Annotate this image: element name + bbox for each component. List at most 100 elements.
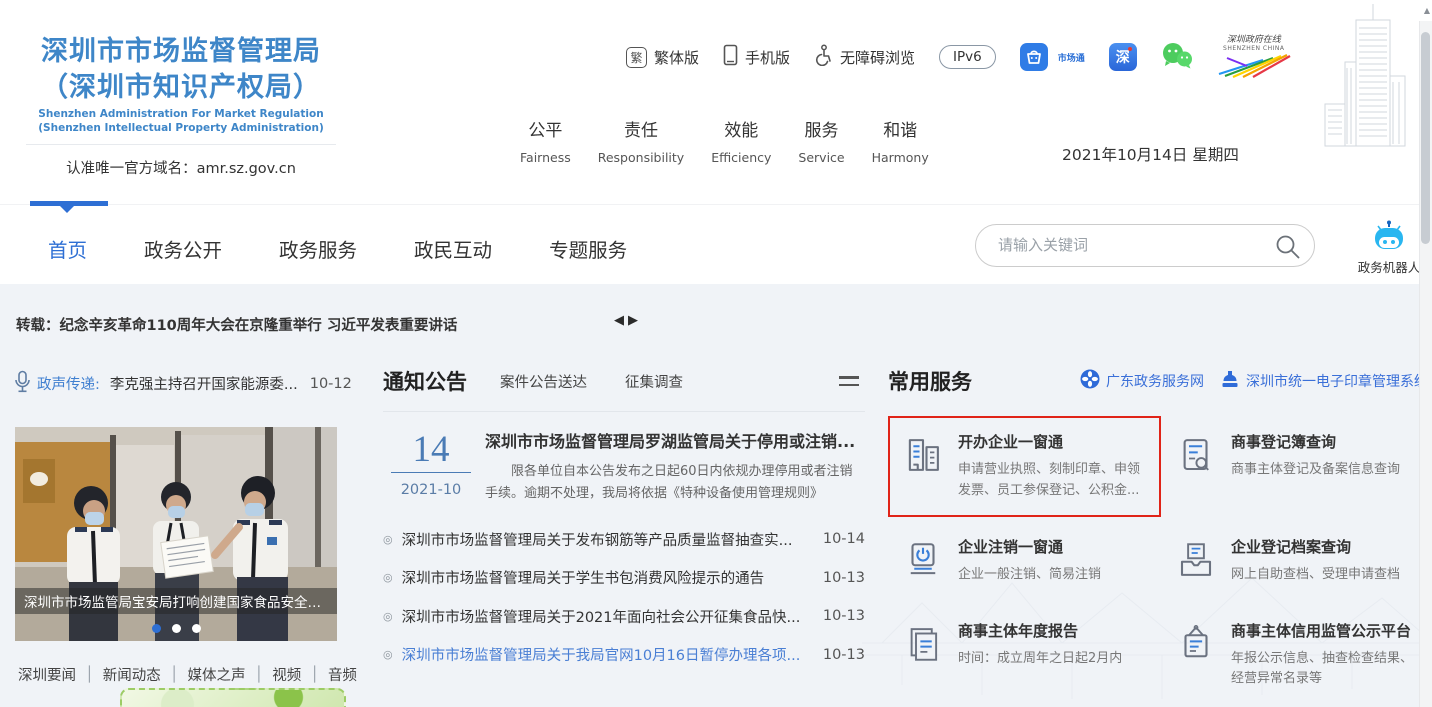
notices-title[interactable]: 通知公告 [383,366,467,396]
power-device-icon [902,536,944,586]
nav-item-gov-disclosure[interactable]: 政务公开 [144,234,222,263]
nav-item-interaction[interactable]: 政民互动 [414,234,492,263]
notice-date: 10-13 [823,608,865,624]
service-name[interactable]: 商事主体年度报告 [958,622,1078,640]
link-news-updates[interactable]: 新闻动态 [103,664,161,685]
traditional-chinese-link[interactable]: 繁 繁体版 [626,47,699,68]
scrollbar-up-arrow[interactable]: ▲ [1424,6,1430,15]
gov-voice-title[interactable]: 李克强主持召开国家能源委... [110,373,298,394]
service-text: 开办企业一窗通 申请营业执照、刻制印章、申领发票、员工参保登记、公积金... [958,431,1151,502]
nav-item-gov-services[interactable]: 政务服务 [279,234,357,263]
value-en: Efficiency [711,150,771,165]
carousel-dot-1[interactable] [152,624,161,633]
notice-title[interactable]: 深圳市市场监督管理局关于2021年面向社会公开征集食品快... [402,606,809,627]
logo-title-en-1: Shenzhen Administration For Market Regul… [26,107,336,121]
service-name[interactable]: 商事主体信用监管公示平台 [1231,622,1411,640]
carousel-dot-2[interactable] [172,624,181,633]
news-category-links: 深圳要闻 │ 新闻动态 │ 媒体之声 │ 视频 │ 音频 [18,664,357,685]
official-domain-note: 认准唯一官方域名：amr.sz.gov.cn [26,144,336,178]
service-desc: 时间：成立周年之日起2月内 [958,649,1122,670]
common-services-section: 常用服务 广东政务服务网 深圳市统一电子印章管理系统 [888,366,1428,705]
search-input[interactable] [976,225,1314,266]
service-name[interactable]: 企业注销一窗通 [958,538,1063,556]
service-desc: 企业一般注销、简易注销 [958,565,1101,586]
scrollbar-thumb[interactable] [1421,32,1430,244]
service-business-registry-search[interactable]: 商事登记簿查询 商事主体登记及备案信息查询 [1161,416,1424,517]
more-menu-icon[interactable] [839,371,859,391]
eseal-system-link[interactable]: 深圳市统一电子印章管理系统 [1220,369,1428,393]
bullet-icon: ◎ [383,610,393,623]
building-sketch-art [1320,4,1422,168]
accessibility-icon [814,44,833,70]
main-navigation: 首页 政务公开 政务服务 政民互动 专题服务 政务机器人 [0,204,1432,284]
notices-tabs: 案件公告送达 征集调查 [500,371,683,392]
active-tab-indicator [30,201,108,206]
page: 深圳市市场监督管理局 （深圳市知识产权局） Shenzhen Administr… [0,0,1432,707]
ticker-next-icon[interactable]: ▶ [626,313,640,328]
wechat-icon[interactable] [1161,42,1193,73]
document-search-icon [1175,431,1217,502]
carousel-caption[interactable]: 深圳市市场监管局宝安局打响创建国家食品安全示范... [15,588,337,614]
service-text: 商事登记簿查询 商事主体登记及备案信息查询 [1231,431,1400,502]
gov-robot-button[interactable]: 政务机器人 [1352,220,1426,276]
market-app-link[interactable]: 市场通 [1020,43,1085,71]
tab-case-announcements[interactable]: 案件公告送达 [500,371,587,392]
mobile-version-link[interactable]: 手机版 [723,44,790,70]
featured-notice-title[interactable]: 深圳市市场监督管理局罗湖监管局关于停用或注销... [485,428,865,452]
nav-items: 首页 政务公开 政务服务 政民互动 专题服务 [48,234,627,263]
service-name[interactable]: 企业登记档案查询 [1231,538,1351,556]
service-desc: 申请营业执照、刻制印章、申领发票、员工参保登记、公积金... [958,460,1151,502]
service-business-deregistration[interactable]: 企业注销一窗通 企业一般注销、简易注销 [888,521,1161,601]
news-carousel[interactable]: 深圳市市场监管局宝安局打响创建国家食品安全示范... [15,427,337,641]
service-credit-supervision-platform[interactable]: 商事主体信用监管公示平台 年报公示信息、抽查检查结果、经营异常名录等 [1161,605,1424,706]
site-logo[interactable]: 深圳市市场监督管理局 （深圳市知识产权局） Shenzhen Administr… [26,34,336,178]
eseal-system-label: 深圳市统一电子印章管理系统 [1246,371,1428,391]
shenzhen-gov-logo[interactable]: 深圳政府在线 SHENZHEN CHINA [1217,36,1291,78]
news-ticker[interactable]: 转载：纪念辛亥革命110周年大会在京隆重举行 习近平发表重要讲话 [16,314,457,335]
carousel-dot-3[interactable] [192,624,201,633]
ticker-prev-icon[interactable]: ◀ [612,313,626,328]
gov-voice-date: 10-12 [310,376,352,392]
traditional-chinese-icon: 繁 [626,47,647,68]
shen-app-icon[interactable]: 深 [1109,43,1137,71]
nav-item-special-services[interactable]: 专题服务 [549,234,627,263]
notice-row[interactable]: ◎ 深圳市市场监督管理局关于发布钢筋等产品质量监督抽查实... 10-14 [383,520,865,559]
notice-title[interactable]: 深圳市市场监督管理局关于发布钢筋等产品质量监督抽查实... [402,529,809,550]
link-audio[interactable]: 音频 [328,664,357,685]
search-icon[interactable] [1274,233,1301,264]
guangdong-service-portal-label: 广东政务服务网 [1106,371,1204,391]
notice-date: 10-14 [823,531,865,547]
ipv6-badge[interactable]: IPv6 [939,45,996,69]
service-name[interactable]: 开办企业一窗通 [958,433,1063,451]
logo-title-cn-1: 深圳市市场监督管理局 [26,34,336,70]
archive-tray-icon [1175,536,1217,586]
accessibility-link[interactable]: 无障碍浏览 [814,44,915,70]
notice-row[interactable]: ◎ 深圳市市场监督管理局关于2021年面向社会公开征集食品快... 10-13 [383,597,865,636]
stamp-icon [1220,369,1240,393]
link-media-voice[interactable]: 媒体之声 [187,664,245,685]
service-name[interactable]: 商事登记簿查询 [1231,433,1336,451]
notice-row[interactable]: ◎ 深圳市市场监督管理局关于我局官网10月16日暂停办理各项... 10-13 [383,636,865,675]
link-video[interactable]: 视频 [272,664,301,685]
notice-title-highlighted[interactable]: 深圳市市场监督管理局关于我局官网10月16日暂停办理各项... [402,644,809,665]
featured-notice[interactable]: 14 2021-10 深圳市市场监督管理局罗湖监管局关于停用或注销... 限各单… [383,428,865,506]
pinwheel-icon [1080,369,1100,393]
nav-item-home[interactable]: 首页 [48,234,87,263]
promo-banner-partial[interactable] [120,688,346,707]
gov-voice-label[interactable]: 政声传递: [37,373,100,394]
guangdong-service-portal-link[interactable]: 广东政务服务网 [1080,369,1204,393]
service-open-business-one-window[interactable]: 开办企业一窗通 申请营业执照、刻制印章、申领发票、员工参保登记、公积金... [888,416,1161,517]
services-external-links: 广东政务服务网 深圳市统一电子印章管理系统 [1080,369,1428,393]
buildings-icon [902,431,944,502]
notice-row[interactable]: ◎ 深圳市市场监督管理局关于学生书包消费风险提示的通告 10-13 [383,559,865,598]
service-registration-archive-search[interactable]: 企业登记档案查询 网上自助查档、受理申请查档 [1161,521,1424,601]
link-shenzhen-news[interactable]: 深圳要闻 [18,664,76,685]
service-text: 商事主体信用监管公示平台 年报公示信息、抽查检查结果、经营异常名录等 [1231,620,1414,691]
services-grid: 开办企业一窗通 申请营业执照、刻制印章、申领发票、员工参保登记、公积金... 商… [888,416,1428,705]
report-pages-icon [902,620,944,691]
service-text: 商事主体年度报告 时间：成立周年之日起2月内 [958,620,1122,691]
tab-surveys[interactable]: 征集调查 [625,371,683,392]
service-desc: 年报公示信息、抽查检查结果、经营异常名录等 [1231,649,1414,691]
service-annual-report[interactable]: 商事主体年度报告 时间：成立周年之日起2月内 [888,605,1161,706]
notice-title[interactable]: 深圳市市场监督管理局关于学生书包消费风险提示的通告 [402,567,809,588]
